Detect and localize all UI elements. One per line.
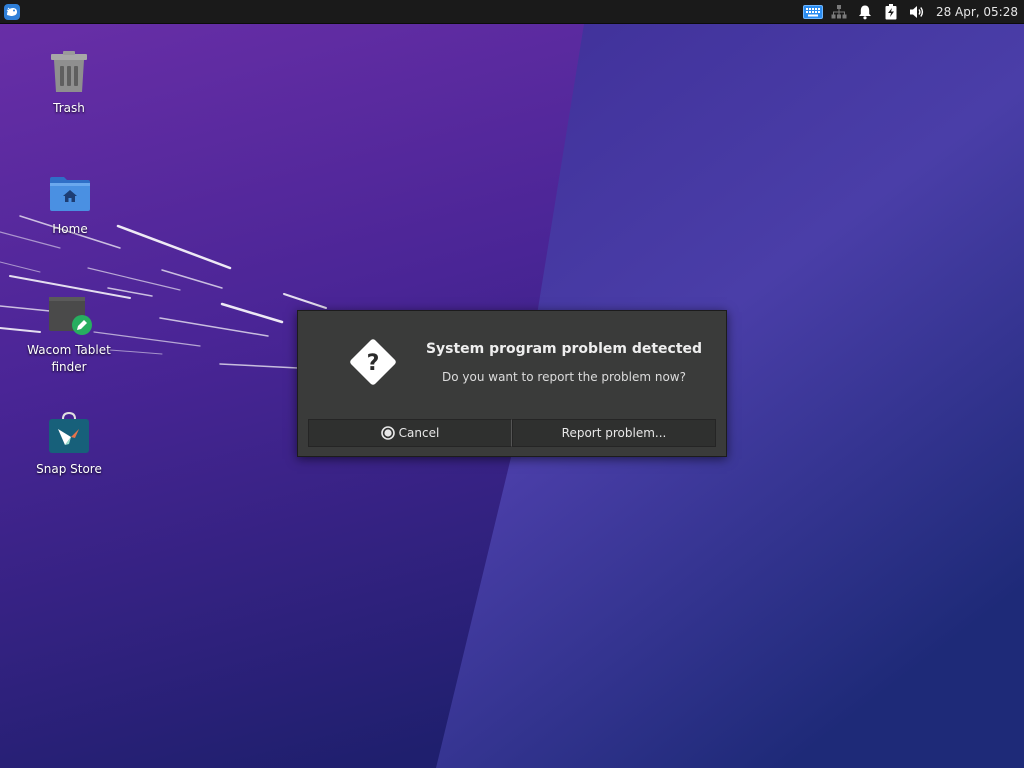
trash-icon — [45, 48, 93, 96]
battery-charging-icon[interactable] — [878, 0, 904, 24]
desktop-icon-home[interactable]: Home — [22, 169, 118, 238]
cancel-button[interactable]: Cancel — [308, 419, 512, 447]
desktop-icon-label: Wacom Tablet finder — [27, 343, 111, 374]
question-diamond-icon: ? — [346, 335, 400, 389]
cancel-button-label: Cancel — [398, 426, 440, 440]
clock[interactable]: 28 Apr, 05:28 — [930, 0, 1024, 24]
snap-store-icon — [45, 409, 93, 457]
keyboard-icon[interactable] — [800, 0, 826, 24]
report-problem-button-label: Report problem... — [561, 426, 667, 440]
wacom-tablet-icon — [45, 290, 93, 338]
top-panel: 28 Apr, 05:28 — [0, 0, 1024, 24]
problem-report-dialog: ? System program problem detected Do you… — [297, 310, 727, 457]
dialog-message: Do you want to report the problem now? — [442, 370, 686, 384]
report-problem-button[interactable]: Report problem... — [512, 419, 716, 447]
desktop-icon-trash[interactable]: Trash — [21, 48, 117, 117]
system-tray: 28 Apr, 05:28 — [800, 0, 1024, 24]
dialog-title: System program problem detected — [425, 341, 703, 357]
cancel-icon — [380, 426, 395, 440]
desktop-icon-wacom-tablet-finder[interactable]: Wacom Tablet finder — [21, 290, 117, 376]
desktop-icon-label: Home — [52, 222, 88, 236]
desktop: 28 Apr, 05:28 Trash Home Wacom Tablet fi… — [0, 0, 1024, 768]
svg-text:?: ? — [367, 351, 380, 376]
volume-icon[interactable] — [904, 0, 930, 24]
xfce-mouse-icon[interactable] — [2, 2, 22, 22]
desktop-icon-label: Snap Store — [36, 462, 102, 476]
desktop-icon-label: Trash — [53, 101, 85, 115]
home-folder-icon — [46, 169, 94, 217]
notification-bell-icon[interactable] — [852, 0, 878, 24]
desktop-icon-snap-store[interactable]: Snap Store — [21, 409, 117, 478]
network-icon[interactable] — [826, 0, 852, 24]
dialog-button-row: Cancel Report problem... — [308, 419, 716, 447]
